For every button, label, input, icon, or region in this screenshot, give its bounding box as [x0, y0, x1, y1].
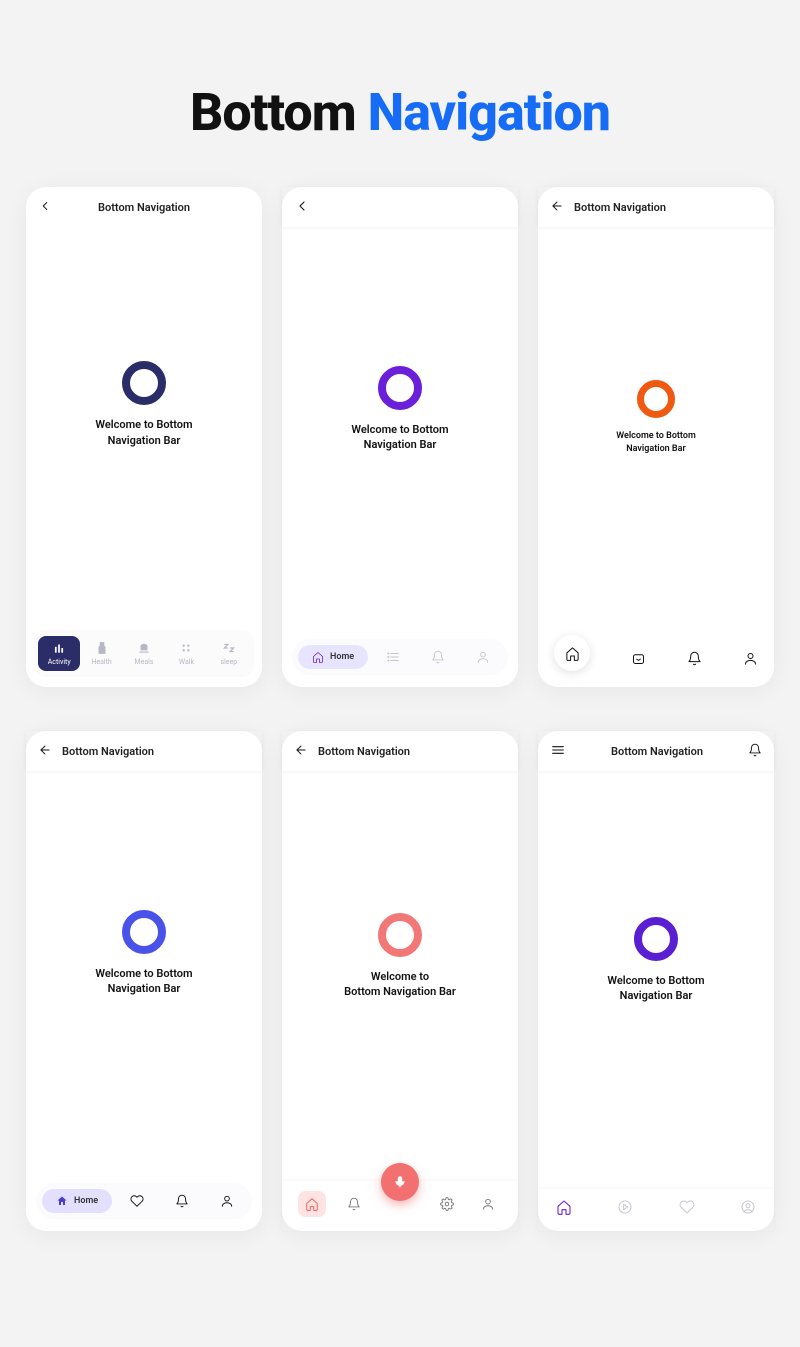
phone-4: Bottom Navigation Welcome to Bottom Navi…	[26, 731, 262, 1231]
phone-header: Bottom Navigation	[26, 187, 262, 227]
phone-content: Welcome to Bottom Navigation Bar	[538, 227, 774, 649]
phone-content: Welcome to Bottom Navigation Bar	[26, 771, 262, 1175]
phone-content: Welcome to Bottom Navigation Bar	[282, 227, 518, 631]
page-title: Bottom Navigation	[0, 0, 800, 143]
bell-icon[interactable]	[748, 743, 762, 760]
phone-header: Bottom Navigation	[538, 187, 774, 227]
nav-item-user[interactable]	[474, 1197, 502, 1211]
nav-item-home[interactable]	[556, 1199, 572, 1219]
loading-ring-icon	[122, 361, 166, 405]
menu-icon[interactable]	[550, 742, 566, 761]
title-part1: Bottom	[190, 82, 368, 143]
phone-header: Bottom Navigation	[282, 731, 518, 771]
nav-item-meals[interactable]: Meals	[123, 636, 165, 671]
phone-2: Welcome to Bottom Navigation Bar Home	[282, 187, 518, 687]
header-title: Bottom Navigation	[318, 745, 410, 758]
nav-item-heart[interactable]	[679, 1199, 695, 1219]
bottom-nav	[538, 1189, 774, 1231]
nav-item-settings[interactable]	[433, 1197, 461, 1211]
welcome-text: Welcome to Bottom Navigation Bar	[607, 973, 704, 1004]
nav-label: Activity	[48, 658, 71, 666]
nav-label: Home	[74, 1196, 98, 1206]
nav-item-user[interactable]	[743, 651, 758, 670]
phone-header: Bottom Navigation	[538, 731, 774, 771]
back-arrow-icon[interactable]	[38, 743, 52, 760]
nav-item-inbox[interactable]	[631, 651, 646, 670]
bottom-nav	[538, 649, 774, 687]
nav-item-walk[interactable]: Walk	[165, 636, 207, 671]
phone-1: Bottom Navigation Welcome to Bottom Navi…	[26, 187, 262, 687]
nav-label: Home	[330, 652, 354, 662]
nav-item-home[interactable]	[298, 1191, 326, 1217]
bottom-nav: Activity Health Meals Walk sleep	[34, 630, 254, 677]
nav-item-play[interactable]	[617, 1199, 633, 1219]
back-arrow-icon[interactable]	[294, 743, 308, 760]
nav-label: Health	[91, 658, 111, 666]
nav-item-bell[interactable]	[163, 1194, 202, 1208]
nav-item-health[interactable]: Health	[80, 636, 122, 671]
nav-item-bell[interactable]	[687, 651, 702, 670]
header-title: Bottom Navigation	[98, 201, 190, 214]
back-chevron-icon[interactable]	[38, 199, 52, 216]
phone-3: Bottom Navigation Welcome to Bottom Navi…	[538, 187, 774, 687]
back-arrow-icon[interactable]	[550, 199, 564, 216]
phone-grid: Bottom Navigation Welcome to Bottom Navi…	[0, 143, 800, 1231]
nav-item-activity[interactable]: Activity	[38, 636, 80, 671]
nav-item-user[interactable]	[463, 650, 502, 664]
header-title: Bottom Navigation	[62, 745, 154, 758]
phone-content: Welcome to Bottom Navigation Bar	[538, 771, 774, 1189]
nav-item-home[interactable]	[554, 635, 590, 671]
nav-item-heart[interactable]	[118, 1194, 157, 1208]
nav-label: sleep	[220, 658, 237, 666]
nav-label: Meals	[135, 658, 154, 666]
nav-item-bell[interactable]	[419, 650, 458, 664]
bottom-nav: Home	[36, 1183, 252, 1219]
nav-item-sleep[interactable]: sleep	[208, 636, 250, 671]
bottom-nav: Home	[292, 639, 508, 675]
nav-item-list[interactable]	[374, 650, 413, 664]
welcome-text: Welcome to Bottom Navigation Bar	[344, 969, 456, 1000]
nav-item-profile[interactable]	[740, 1199, 756, 1219]
nav-item-home[interactable]: Home	[42, 1189, 112, 1213]
title-part2: Navigation	[368, 82, 610, 143]
loading-ring-icon	[634, 917, 678, 961]
loading-ring-icon	[378, 913, 422, 957]
phone-content: Welcome to Bottom Navigation Bar	[282, 771, 518, 1181]
bottom-nav	[282, 1181, 518, 1231]
welcome-text: Welcome to Bottom Navigation Bar	[351, 422, 448, 453]
nav-label: Walk	[179, 658, 194, 666]
fab-mic[interactable]	[381, 1163, 419, 1201]
header-title: Bottom Navigation	[574, 201, 666, 214]
welcome-text: Welcome to Bottom Navigation Bar	[95, 417, 192, 448]
nav-item-user[interactable]	[207, 1194, 246, 1208]
phone-6: Bottom Navigation Welcome to Bottom Navi…	[538, 731, 774, 1231]
header-title: Bottom Navigation	[611, 745, 703, 758]
back-chevron-icon[interactable]	[294, 198, 310, 217]
nav-item-bell[interactable]	[340, 1197, 368, 1211]
phone-header	[282, 187, 518, 227]
phone-5: Bottom Navigation Welcome to Bottom Navi…	[282, 731, 518, 1231]
loading-ring-icon	[122, 910, 166, 954]
phone-header: Bottom Navigation	[26, 731, 262, 771]
loading-ring-icon	[378, 366, 422, 410]
loading-ring-icon	[637, 380, 675, 418]
nav-item-home[interactable]: Home	[298, 645, 368, 669]
welcome-text: Welcome to Bottom Navigation Bar	[95, 966, 192, 997]
phone-content: Welcome to Bottom Navigation Bar	[26, 227, 262, 622]
welcome-text: Welcome to Bottom Navigation Bar	[616, 430, 696, 455]
